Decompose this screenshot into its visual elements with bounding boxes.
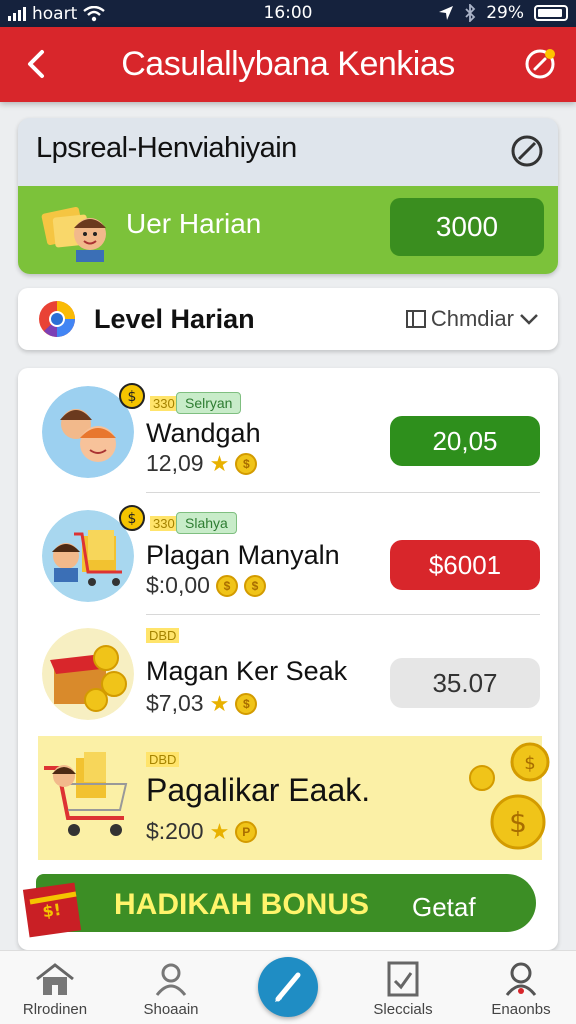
back-arrow-icon[interactable] (20, 47, 54, 81)
dollar-tag-icon: $ (119, 383, 145, 409)
nav-item-home[interactable]: Rlrodinen (0, 961, 110, 1018)
item-price-row: $7,03 ★ $ (146, 690, 258, 717)
reward-list: 330 $ Selryan Wandgah 12,09 ★ $ 20,05 $ … (18, 368, 558, 950)
dollar-tag-icon: $ (119, 505, 145, 531)
status-bar: hoart 16:00 29% (0, 0, 576, 27)
list-item[interactable]: 330 $ Selryan Wandgah 12,09 ★ $ 20,05 (18, 368, 558, 493)
cart-icon (44, 752, 128, 836)
item-name: Magan Ker Seak (146, 656, 348, 686)
list-item[interactable]: DBD Magan Ker Seak $7,03 ★ $ 35.07 (18, 614, 558, 736)
edit-circle-icon[interactable] (522, 46, 558, 82)
battery-percent: 29% (486, 3, 524, 23)
svg-text:$: $ (509, 806, 527, 839)
dropdown-label: Chmdiar (430, 306, 514, 331)
item-name: Plagan Manyaln (146, 540, 340, 570)
item-price: $:200 (146, 818, 204, 844)
item-action-button[interactable]: $6001 (390, 540, 540, 590)
coin-icon: $ (235, 452, 258, 475)
list-item[interactable]: DBD Pagalikar Eaak. $:200 ★ P $ $ (18, 736, 558, 860)
coin-icon: $ (243, 574, 266, 597)
chevron-down-icon (520, 314, 538, 325)
checklist-icon (387, 961, 419, 997)
bonus-banner[interactable]: $! HADIKAH BONUS Getaf (18, 872, 542, 938)
summary-card: Lpsreal-Henviahiyain Uer Harian 3000 (18, 118, 558, 274)
item-name: Wandgah (146, 418, 261, 448)
item-tag: Selryan (176, 392, 242, 414)
item-price-row: $:0,00 $ $ (146, 572, 266, 599)
calendar-dropdown[interactable]: Chmdiar (405, 306, 540, 332)
list-item[interactable]: $ 330 Slahya Plagan Manyaln $:0,00 $ $ $… (18, 492, 558, 615)
star-icon: ★ (209, 690, 230, 716)
bluetooth-icon (465, 4, 476, 22)
item-badge: DBD (146, 752, 180, 767)
coin-icon: $ (215, 574, 238, 597)
item-tag: Slahya (176, 512, 237, 534)
star-icon: ★ (209, 450, 230, 476)
nav-item-checklist[interactable]: Sleccials (348, 961, 458, 1018)
item-price: 12,09 (146, 450, 204, 476)
person-icon (155, 963, 187, 996)
profile-icon (505, 962, 537, 996)
nav-label: Shoaain (143, 1001, 199, 1018)
nav-item-edit[interactable] (258, 957, 318, 1017)
coins-icon: $ $ (469, 742, 550, 850)
reward-illustration-icon (41, 206, 106, 262)
nav-label: Enaonbs (491, 1001, 551, 1018)
coin-icon: P (235, 820, 258, 843)
nav-label: Sleccials (373, 1001, 433, 1018)
reward-value-button[interactable]: 3000 (390, 198, 544, 256)
page-title: Casulallybana Kenkias (121, 45, 455, 83)
item-action-button[interactable]: 35.07 (390, 658, 540, 708)
app-logo-icon (39, 301, 75, 337)
location-icon (439, 6, 454, 20)
item-price: $:0,00 (146, 572, 210, 598)
svg-text:$: $ (128, 389, 137, 405)
level-card: Level Harian Chmdiar (18, 288, 558, 350)
star-icon: ★ (209, 818, 230, 844)
nav-item-profile[interactable]: Enaonbs (466, 961, 576, 1018)
battery-icon (534, 5, 568, 21)
nav-label: Rlrodinen (22, 1001, 88, 1018)
reward-label: Uer Harian (126, 208, 262, 239)
item-name: Pagalikar Eaak. (146, 772, 371, 808)
bonus-title: HADIKAH BONUS (114, 888, 369, 921)
bottom-nav: Rlrodinen Shoaain Sleccials Enaonbs (0, 950, 576, 1024)
nav-item-person[interactable]: Shoaain (116, 961, 226, 1018)
item-badge: 330 (150, 516, 178, 531)
daily-reward-bar: Uer Harian 3000 (18, 186, 558, 274)
item-price-row: 12,09 ★ $ (146, 450, 258, 477)
item-action-button[interactable]: 20,05 (390, 416, 540, 466)
bonus-detail-link[interactable]: Getaf (412, 892, 476, 923)
gift-icon: $! (22, 882, 82, 938)
home-icon (36, 963, 74, 995)
svg-text:$: $ (524, 753, 535, 774)
app-header: Casulallybana Kenkias (0, 27, 576, 102)
svg-text:$: $ (128, 511, 137, 527)
item-price: $7,03 (146, 690, 204, 716)
coin-icon: $ (235, 692, 258, 715)
level-title: Level Harian (94, 304, 255, 334)
item-badge: DBD (146, 628, 180, 643)
block-icon[interactable] (510, 134, 544, 168)
edit-icon (275, 972, 301, 1002)
svg-text:$!: $! (41, 900, 62, 921)
gift-box-icon (42, 628, 134, 720)
item-price-row: $:200 ★ P (146, 818, 258, 845)
item-badge: 330 (150, 396, 178, 411)
summary-title: Lpsreal-Henviahiyain (36, 132, 297, 164)
book-icon (405, 310, 426, 328)
